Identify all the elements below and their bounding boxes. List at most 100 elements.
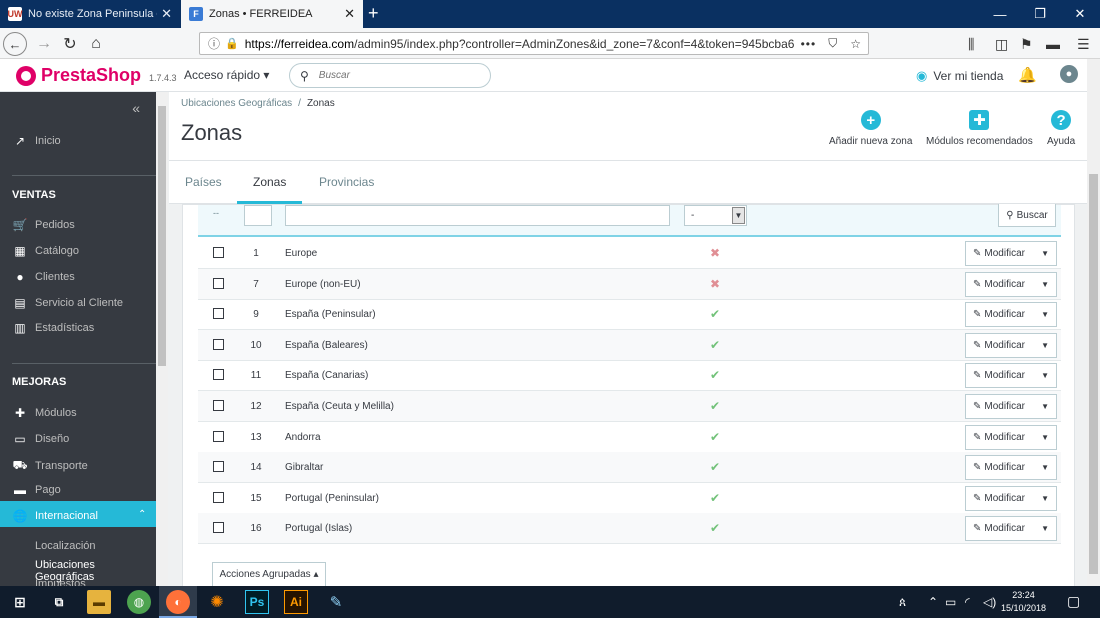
row-checkbox[interactable] <box>213 308 224 320</box>
people-icon[interactable]: ጰ <box>899 595 906 610</box>
check-icon[interactable]: ✔ <box>710 521 720 535</box>
quick-access-dropdown[interactable]: Acceso rápido ▾ <box>184 68 269 82</box>
sidebar-scrollbar[interactable] <box>156 92 168 586</box>
url-bar[interactable]: ⓘ 🔒 https://ferreidea.com/admin95/index.… <box>199 32 869 55</box>
bookmark-star-icon[interactable]: ☆ <box>850 37 862 51</box>
forward-icon[interactable]: → <box>32 32 56 56</box>
edit-button[interactable]: ✎ Modificar ▼ <box>965 485 1057 511</box>
photoshop-icon[interactable]: Ps <box>245 590 269 614</box>
edit-button[interactable]: ✎ Modificar ▼ <box>965 332 1057 358</box>
caret-down-icon[interactable]: ▼ <box>1041 433 1049 442</box>
check-icon[interactable]: ✔ <box>710 491 720 505</box>
row-checkbox[interactable] <box>213 430 224 442</box>
caret-down-icon[interactable]: ▼ <box>1041 371 1049 380</box>
row-checkbox[interactable] <box>213 338 224 350</box>
scrollbar-thumb[interactable] <box>1089 174 1098 574</box>
caret-down-icon[interactable]: ▼ <box>1041 249 1049 258</box>
tab-zones[interactable]: Zonas <box>253 175 286 189</box>
extension-icon[interactable]: ⚑ <box>1020 36 1033 53</box>
caret-down-icon[interactable]: ▼ <box>1041 463 1049 472</box>
cross-icon[interactable]: ✖ <box>710 246 720 260</box>
status-filter-select[interactable]: - ▼ <box>684 205 747 226</box>
wifi-icon[interactable]: ◜ <box>965 595 970 609</box>
sidebar-item-customer-service[interactable]: ▤ Servicio al Cliente <box>12 296 123 310</box>
reload-icon[interactable]: ↻ <box>58 32 82 56</box>
name-filter-input[interactable] <box>285 205 670 226</box>
sidebar-item-customers[interactable]: ● Clientes <box>12 270 74 284</box>
cross-icon[interactable]: ✖ <box>710 277 720 291</box>
row-checkbox[interactable] <box>213 277 224 289</box>
sidebar-item-orders[interactable]: 🛒 Pedidos <box>12 218 75 232</box>
sidebar-item-catalog[interactable]: ▦ Catálogo <box>12 244 79 258</box>
caret-down-icon[interactable]: ▼ <box>1041 494 1049 503</box>
check-icon[interactable]: ✔ <box>710 338 720 352</box>
check-icon[interactable]: ✔ <box>710 368 720 382</box>
scrollbar-thumb[interactable] <box>158 106 166 366</box>
help-button[interactable]: ? Ayuda <box>1047 110 1075 147</box>
caret-down-icon[interactable]: ▼ <box>1041 280 1049 289</box>
sidebar-subitem-localization[interactable]: Localización <box>35 540 96 552</box>
view-store-link[interactable]: ◉ Ver mi tienda <box>916 68 1003 84</box>
row-checkbox[interactable] <box>213 247 224 258</box>
edit-button[interactable]: ✎ Modificar ▼ <box>965 271 1057 297</box>
breadcrumb-parent[interactable]: Ubicaciones Geográficas <box>181 98 292 109</box>
illustrator-icon[interactable]: Ai <box>284 590 308 614</box>
search-input[interactable] <box>318 70 469 81</box>
task-view-icon[interactable]: ⧉ <box>47 590 71 614</box>
sidebar-toggle-icon[interactable]: ◫ <box>995 36 1008 53</box>
close-window-icon[interactable]: ✕ <box>1060 0 1100 28</box>
battery-icon[interactable]: ▭ <box>945 595 956 609</box>
screenshot-icon[interactable]: ▬ <box>1046 36 1060 52</box>
info-icon[interactable]: ⓘ <box>208 35 220 52</box>
edit-button[interactable]: ✎ Modificar ▼ <box>965 516 1057 542</box>
caret-down-icon[interactable]: ▼ <box>1041 310 1049 319</box>
search-button[interactable]: ⚲ Buscar <box>998 204 1056 227</box>
row-checkbox[interactable] <box>213 461 224 473</box>
id-filter-input[interactable] <box>244 205 272 226</box>
sidebar-item-payment[interactable]: ▬ Pago <box>12 483 61 497</box>
caret-down-icon[interactable]: ▼ <box>1041 402 1049 411</box>
sidebar-item-home[interactable]: ↗ Inicio <box>12 134 61 148</box>
notifications-icon[interactable]: ▢ <box>1067 593 1080 610</box>
check-icon[interactable]: ✔ <box>710 399 720 413</box>
row-checkbox[interactable] <box>213 491 224 503</box>
sidebar-item-design[interactable]: ▭ Diseño <box>12 432 69 446</box>
recommended-modules-button[interactable]: ✚ Módulos recomendados <box>926 110 1033 147</box>
bulk-actions-button[interactable]: Acciones Agrupadas ▴ <box>212 562 326 586</box>
menu-icon[interactable]: ☰ <box>1077 36 1090 53</box>
edit-button[interactable]: ✎ Modificar ▼ <box>965 241 1057 266</box>
notepad-icon[interactable]: ✎ <box>324 590 348 614</box>
back-icon[interactable]: ← <box>3 32 27 56</box>
row-checkbox[interactable] <box>213 522 224 534</box>
sidebar-item-international[interactable]: 🌐 Internacional <box>12 509 98 523</box>
collapse-sidebar-icon[interactable]: « <box>132 100 140 116</box>
chevron-up-icon[interactable]: ⌃ <box>138 509 146 520</box>
sidebar-item-shipping[interactable]: ⛟ Transporte <box>12 458 87 474</box>
search-box[interactable]: ⚲ <box>289 63 491 88</box>
pocket-icon[interactable]: ⛉ <box>828 36 838 51</box>
library-icon[interactable]: ⫼ <box>968 36 974 53</box>
check-icon[interactable]: ✔ <box>710 307 720 321</box>
windows-start-icon[interactable]: ⊞ <box>8 590 32 614</box>
home-icon[interactable]: ⌂ <box>84 32 108 56</box>
firefox-icon[interactable]: ◐ <box>166 590 190 614</box>
close-tab-icon[interactable]: ✕ <box>344 6 355 22</box>
browser-tab-zonas[interactable]: F Zonas • FERREIDEA ✕ <box>181 0 363 28</box>
page-actions-icon[interactable]: ••• <box>801 37 817 51</box>
file-explorer-icon[interactable]: ▬ <box>87 590 111 614</box>
caret-down-icon[interactable]: ▼ <box>1041 524 1049 533</box>
close-tab-icon[interactable]: ✕ <box>161 6 172 22</box>
edit-button[interactable]: ✎ Modificar ▼ <box>965 302 1057 328</box>
browser-app-icon[interactable]: ◍ <box>127 590 151 614</box>
edit-button[interactable]: ✎ Modificar ▼ <box>965 363 1057 389</box>
page-scrollbar[interactable] <box>1087 59 1100 586</box>
prestashop-logo[interactable]: PrestaShop 1.7.4.3 <box>16 65 177 86</box>
row-checkbox[interactable] <box>213 400 224 411</box>
sidebar-subitem-taxes[interactable]: Impuestos <box>35 578 86 586</box>
check-icon[interactable]: ✔ <box>710 460 720 474</box>
edit-button[interactable]: ✎ Modificar ▼ <box>965 394 1057 419</box>
minimize-icon[interactable]: — <box>980 0 1020 28</box>
app-icon[interactable]: ✺ <box>205 590 229 614</box>
chevron-up-icon[interactable]: ⌃ <box>928 595 938 609</box>
tab-states[interactable]: Provincias <box>319 175 374 189</box>
